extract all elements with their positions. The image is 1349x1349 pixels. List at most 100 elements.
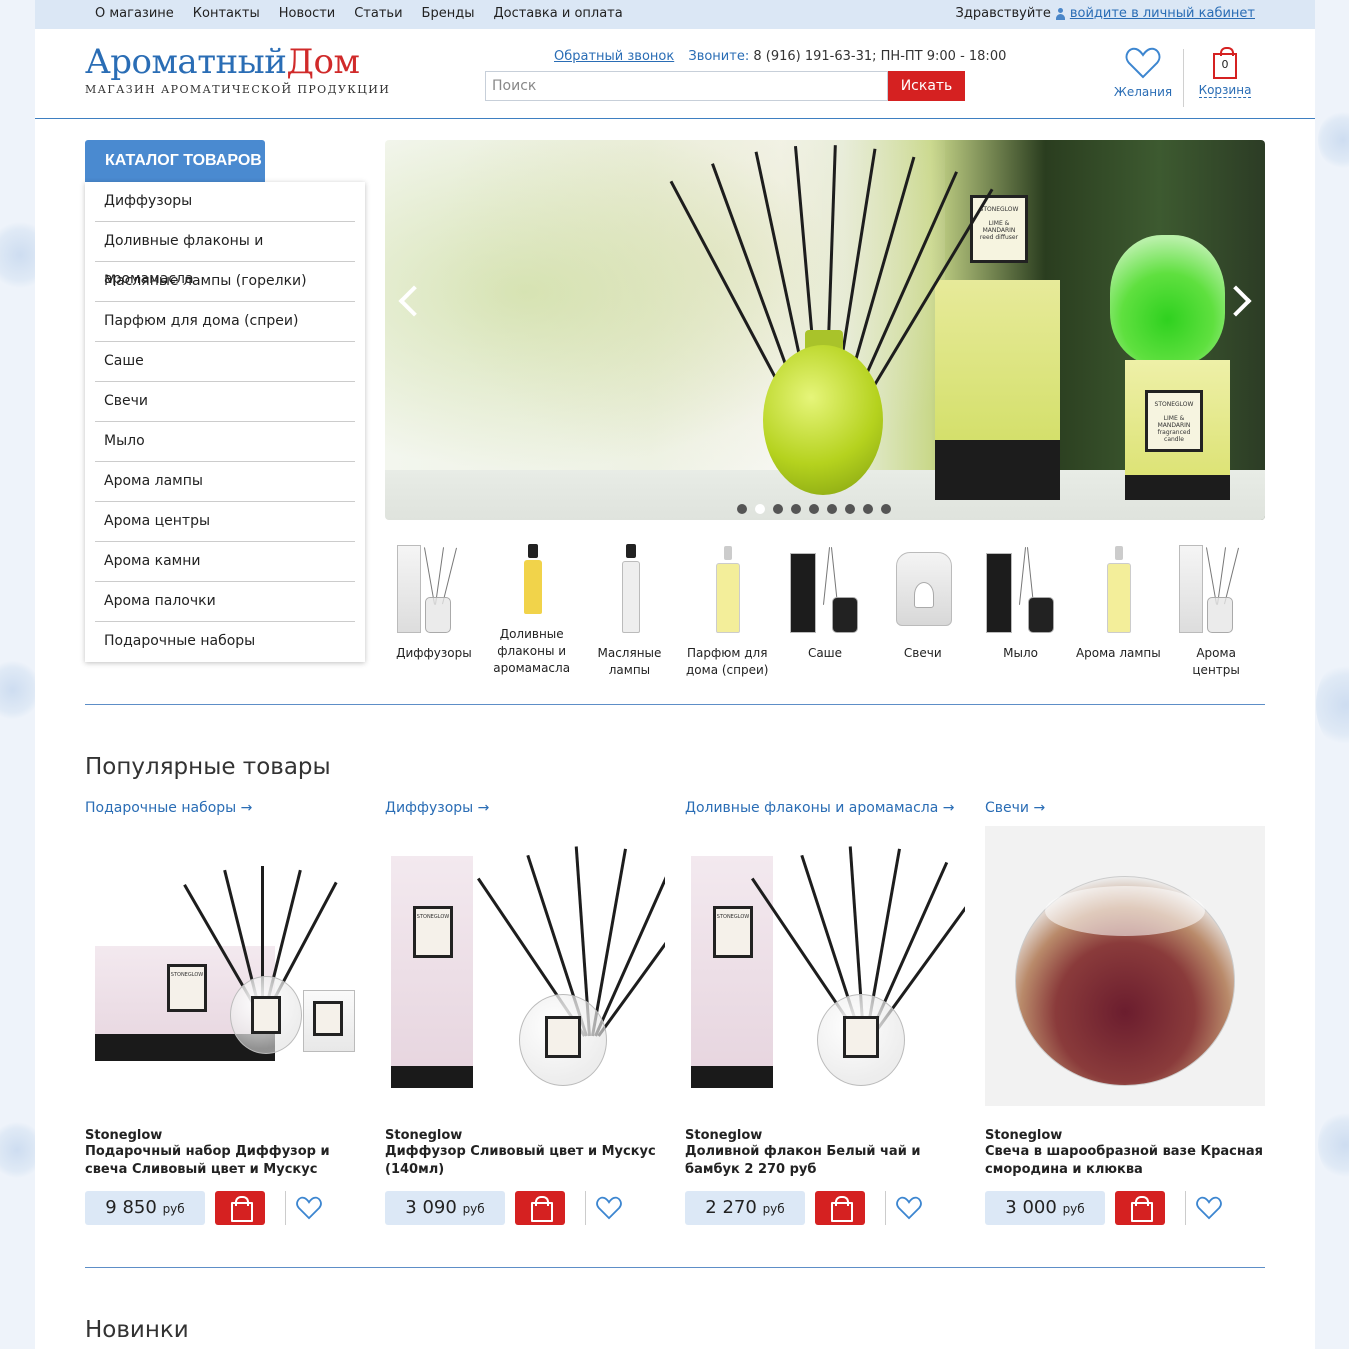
logo[interactable]: АроматныйДом МАГАЗИН АРОМАТИЧЕСКОЙ ПРОДУ… [85, 43, 390, 96]
thumb-sachets[interactable]: Саше [776, 540, 874, 679]
heart-icon [1125, 47, 1161, 79]
product-image[interactable]: STONEGLOW [685, 826, 965, 1106]
background-flower [1316, 660, 1349, 750]
product-category-link[interactable]: Свечи → [985, 800, 1265, 820]
new-title: Новинки [85, 1317, 189, 1343]
wishlist-heart-icon[interactable] [296, 1196, 322, 1220]
add-to-cart-button[interactable] [215, 1191, 265, 1225]
slider-dot[interactable] [755, 504, 765, 514]
product-brand: Stoneglow [385, 1128, 463, 1143]
wishlist-label: Желания [1113, 85, 1173, 99]
thumb-oil-lamps[interactable]: Масляные лампы [581, 540, 679, 679]
product-brand: Stoneglow [85, 1128, 163, 1143]
top-bar: О магазине Контакты Новости Статьи Бренд… [35, 0, 1315, 29]
wishlist-heart-icon[interactable] [896, 1196, 922, 1220]
thumb-home-perfume[interactable]: Парфюм для дома (спреи) [678, 540, 776, 679]
thumb-image [776, 540, 874, 635]
thumb-diffusers[interactable]: Диффузоры [385, 540, 483, 679]
catalog-menu: Диффузоры Доливные флаконы и аромамасла … [85, 182, 365, 662]
candle-glass-image [1110, 235, 1225, 365]
topnav-articles[interactable]: Статьи [354, 6, 402, 21]
slider-dot[interactable] [791, 504, 801, 514]
cart-count: 0 [1221, 58, 1229, 71]
catalog-item-aroma-stones[interactable]: Арома камни [95, 542, 355, 582]
slider-dot[interactable] [827, 504, 837, 514]
product-name[interactable]: Диффузор Сливовый цвет и Мускус (140мл) [385, 1143, 665, 1183]
product-category-link[interactable]: Доливные флаконы и аромамасла → [685, 800, 965, 820]
thumb-candles[interactable]: Свечи [874, 540, 972, 679]
slider-dot[interactable] [863, 504, 873, 514]
call-label: Звоните: [688, 49, 750, 64]
topnav-about[interactable]: О магазине [95, 6, 174, 21]
thumb-image [483, 540, 581, 616]
callback-link[interactable]: Обратный звонок [554, 49, 674, 64]
catalog-item-gift-sets[interactable]: Подарочные наборы [95, 622, 355, 662]
popular-title: Популярные товары [85, 754, 331, 780]
product-image[interactable]: STONEGLOW [385, 826, 665, 1106]
slider-dot[interactable] [773, 504, 783, 514]
search-button[interactable]: Искать [888, 71, 965, 101]
thumb-image [1167, 540, 1265, 635]
add-to-cart-button[interactable] [1115, 1191, 1165, 1225]
product-name[interactable]: Подарочный набор Диффузор и свеча Сливов… [85, 1143, 365, 1183]
catalog-item-diffusers[interactable]: Диффузоры [95, 182, 355, 222]
thumb-soap[interactable]: Мыло [972, 540, 1070, 679]
product-price: 3 090 руб [385, 1191, 505, 1225]
product-category-link[interactable]: Подарочные наборы → [85, 800, 365, 820]
catalog-item-sachets[interactable]: Саше [95, 342, 355, 382]
login-link[interactable]: войдите в личный кабинет [1070, 6, 1255, 21]
thumb-image [1069, 540, 1167, 635]
search-input[interactable] [485, 71, 888, 101]
background-flower [0, 660, 40, 720]
product-card: Доливные флаконы и аромамасла → STONEGLO… [685, 800, 965, 1225]
add-to-cart-button[interactable] [815, 1191, 865, 1225]
slider-dot[interactable] [845, 504, 855, 514]
slider-dot[interactable] [809, 504, 819, 514]
topnav-delivery[interactable]: Доставка и оплата [493, 6, 622, 21]
product-image[interactable] [985, 826, 1265, 1106]
catalog-item-aroma-lamps[interactable]: Арома лампы [95, 462, 355, 502]
wishlist-heart-icon[interactable] [596, 1196, 622, 1220]
product-card: Диффузоры → STONEGLOW Stoneglow Диффузор… [385, 800, 665, 1225]
work-hours: ПН-ПТ 9:00 - 18:00 [880, 49, 1007, 64]
greeting-text: Здравствуйте [955, 6, 1051, 21]
header: АроматныйДом МАГАЗИН АРОМАТИЧЕСКОЙ ПРОДУ… [35, 29, 1315, 119]
hero-slider[interactable]: STONEGLOW LIME & MANDARIN reed diffuser ST… [385, 140, 1265, 520]
catalog-item-aroma-centers[interactable]: Арома центры [95, 502, 355, 542]
topnav-contacts[interactable]: Контакты [193, 6, 260, 21]
greeting: Здравствуйте войдите в личный кабинет [956, 6, 1255, 21]
slider-dot[interactable] [881, 504, 891, 514]
catalog-item-oil-lamps[interactable]: Масляные лампы (горелки) [95, 262, 355, 302]
catalog-item-candles[interactable]: Свечи [95, 382, 355, 422]
top-nav: О магазине Контакты Новости Статьи Бренд… [95, 6, 623, 21]
header-divider [1183, 49, 1184, 107]
topnav-news[interactable]: Новости [279, 6, 336, 21]
wishlist-heart-icon[interactable] [1196, 1196, 1222, 1220]
slider-dot[interactable] [737, 504, 747, 514]
product-image[interactable]: STONEGLOW [85, 826, 365, 1106]
candle-label: STONEGLOW LIME & MANDARIN fragranced candl… [1145, 390, 1203, 452]
thumb-refills[interactable]: Доливные флаконы и аромамасла [483, 540, 581, 679]
product-brand: Stoneglow [985, 1128, 1063, 1143]
thumb-image [678, 540, 776, 635]
slider-next-arrow-icon[interactable] [1220, 285, 1252, 317]
thumb-aroma-centers[interactable]: Арома центры [1167, 540, 1265, 679]
catalog-item-aroma-sticks[interactable]: Арома палочки [95, 582, 355, 622]
add-to-cart-button[interactable] [515, 1191, 565, 1225]
product-category-link[interactable]: Диффузоры → [385, 800, 665, 820]
background-flower [1318, 110, 1349, 170]
topnav-brands[interactable]: Бренды [422, 6, 475, 21]
wishlist-button[interactable]: Желания [1113, 47, 1173, 99]
catalog-item-home-perfume[interactable]: Парфюм для дома (спреи) [95, 302, 355, 342]
logo-part1: Ароматный [85, 42, 287, 82]
contact-info: Обратный звонок Звоните: 8 (916) 191-63-… [554, 49, 1006, 64]
thumb-image [874, 540, 972, 635]
thumb-aroma-lamps[interactable]: Арома лампы [1069, 540, 1167, 679]
catalog-item-soap[interactable]: Мыло [95, 422, 355, 462]
cart-button[interactable]: 0 Корзина [1195, 47, 1255, 98]
catalog-item-refills[interactable]: Доливные флаконы и аромамасла [95, 222, 355, 287]
product-name[interactable]: Свеча в шарообразной вазе Красная смород… [985, 1143, 1265, 1183]
cart-icon: 0 [1213, 47, 1237, 79]
slider-dots [737, 504, 891, 514]
product-name[interactable]: Доливной флакон Белый чай и бамбук 2 270… [685, 1143, 965, 1183]
